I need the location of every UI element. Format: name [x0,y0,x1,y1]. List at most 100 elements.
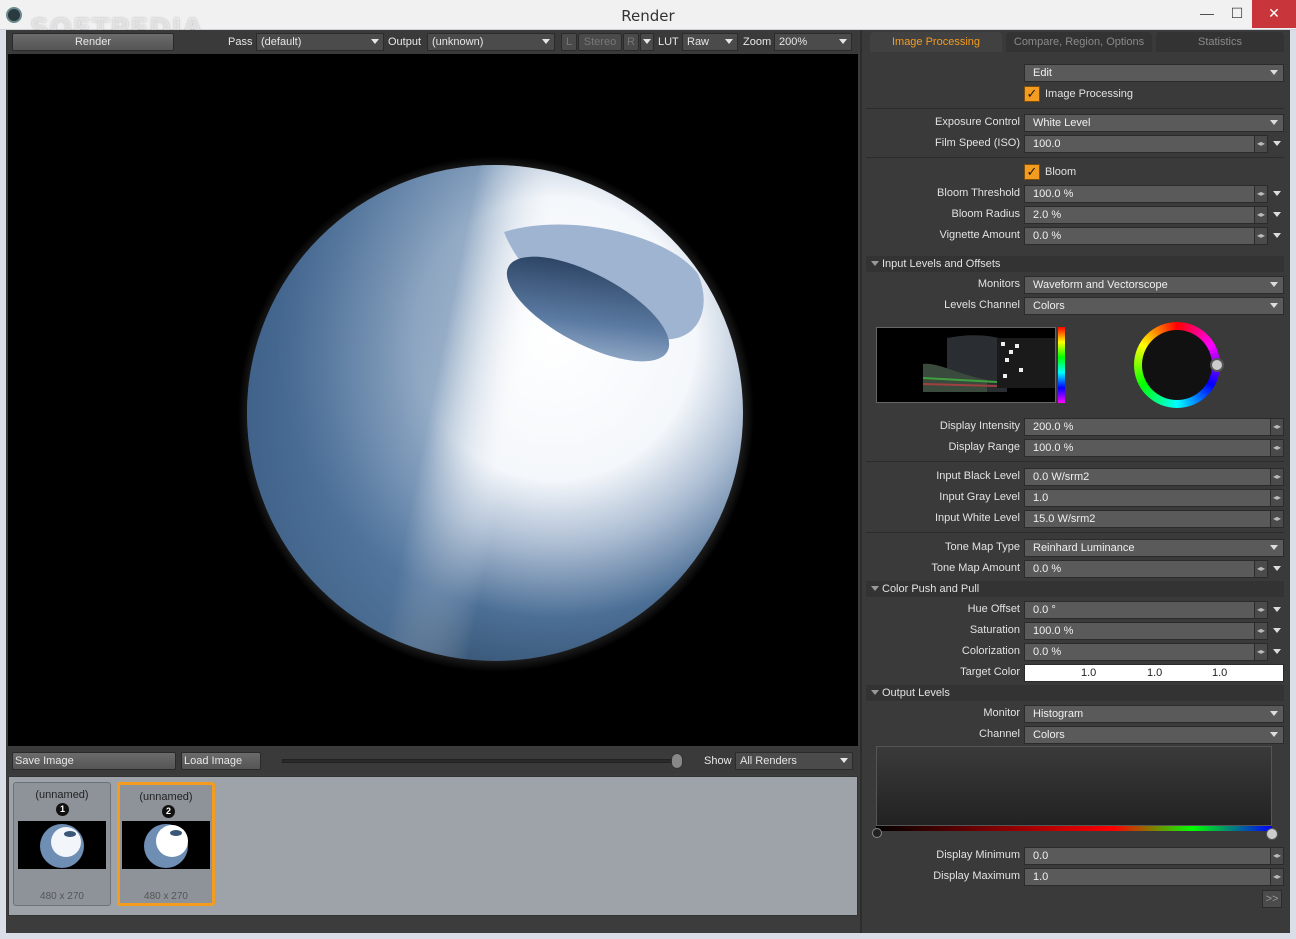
display-maximum-field[interactable]: 1.0 [1024,868,1284,886]
edit-dropdown[interactable]: Edit [1024,64,1284,82]
stereo-button[interactable]: Stereo [578,33,622,51]
chevron-down-icon[interactable] [1270,622,1284,640]
spin-arrows-icon[interactable]: ◂▸ [1254,185,1268,203]
tab-statistics[interactable]: Statistics [1156,32,1284,52]
section-input-levels[interactable]: Input Levels and Offsets [866,256,1284,272]
stereo-dropdown[interactable] [640,33,654,51]
more-options-button[interactable]: >> [1262,890,1282,908]
channel-dropdown[interactable]: Colors [1024,726,1284,744]
vignette-amount-field[interactable]: 0.0 % [1024,227,1268,245]
target-color-swatch[interactable]: 1.0 1.0 1.0 [1024,664,1284,682]
hue-offset-row: Hue Offset 0.0 ° ◂▸ [862,601,1288,621]
spin-arrows-icon[interactable]: ◂▸ [1270,489,1284,507]
spin-arrows-icon[interactable]: ◂▸ [1270,418,1284,436]
zoom-label: Zoom [743,36,772,48]
render-thumbnail-1[interactable]: (unnamed) 1 480 x 270 [13,782,111,906]
bloom-threshold-field[interactable]: 100.0 % [1024,185,1268,203]
display-range-field[interactable]: 100.0 % [1024,439,1284,457]
render-thumbnail-2[interactable]: (unnamed) 2 480 x 270 [117,782,215,906]
divider [866,532,1284,533]
left-eye-button[interactable]: L [561,33,577,51]
chevron-down-icon [839,39,847,44]
bloom-radius-field[interactable]: 2.0 % [1024,206,1268,224]
chevron-down-icon[interactable] [1270,185,1284,203]
render-slider-handle[interactable] [671,753,683,769]
input-white-level-field[interactable]: 15.0 W/srm2 [1024,510,1284,528]
monitors-row: Monitors Waveform and Vectorscope [862,276,1288,296]
input-black-level-field[interactable]: 0.0 W/srm2 [1024,468,1284,486]
output-dropdown[interactable]: (unknown) [427,33,555,51]
monitor-dropdown[interactable]: Histogram [1024,705,1284,723]
load-image-button[interactable]: Load Image [181,752,261,770]
target-color-row: Target Color 1.0 1.0 1.0 [862,664,1288,684]
spin-arrows-icon[interactable]: ◂▸ [1270,510,1284,528]
chevron-down-icon[interactable] [1270,135,1284,153]
tone-map-amount-field[interactable]: 0.0 % [1024,560,1268,578]
film-speed-field[interactable]: 100.0 [1024,135,1268,153]
display-intensity-field[interactable]: 200.0 % [1024,418,1284,436]
render-slider-track[interactable] [282,759,672,763]
render-window: Render Pass (default) Output (unknown) L… [6,30,1290,933]
display-minimum-field[interactable]: 0.0 [1024,847,1284,865]
bloom-label: Bloom [1045,166,1077,178]
tone-map-type-row: Tone Map Type Reinhard Luminance [862,539,1288,559]
chevron-down-icon[interactable] [1270,643,1284,661]
spin-arrows-icon[interactable]: ◂▸ [1254,206,1268,224]
monitors-dropdown[interactable]: Waveform and Vectorscope [1024,276,1284,294]
minimize-button[interactable]: — [1192,0,1222,28]
maximize-button[interactable]: ☐ [1222,0,1252,28]
histogram-max-handle[interactable] [1266,828,1278,840]
target-color-b: 1.0 [1212,667,1228,679]
saturation-field[interactable]: 100.0 % [1024,622,1268,640]
tab-image-processing[interactable]: Image Processing [870,32,1002,52]
spin-arrows-icon[interactable]: ◂▸ [1254,643,1268,661]
image-processing-label: Image Processing [1045,88,1134,100]
render-viewport[interactable] [8,54,858,746]
channel-label: Channel [979,728,1020,740]
chevron-down-icon[interactable] [1270,227,1284,245]
bloom-radius-label: Bloom Radius [951,208,1020,220]
exposure-control-dropdown[interactable]: White Level [1024,114,1284,132]
image-processing-checkbox[interactable]: ✓ [1024,86,1040,102]
spin-arrows-icon[interactable]: ◂▸ [1270,847,1284,865]
levels-channel-row: Levels Channel Colors [862,297,1288,317]
render-button[interactable]: Render [12,33,174,51]
vectorscope-color-wheel[interactable] [1134,322,1224,408]
zoom-dropdown[interactable]: 200% [774,33,852,51]
display-minimum-label: Display Minimum [936,849,1020,861]
spin-arrows-icon[interactable]: ◂▸ [1270,868,1284,886]
colorization-field[interactable]: 0.0 % [1024,643,1268,661]
save-image-button[interactable]: Save Image [12,752,176,770]
show-dropdown[interactable]: All Renders [735,752,853,770]
spin-arrows-icon[interactable]: ◂▸ [1254,227,1268,245]
chevron-down-icon[interactable] [1270,206,1284,224]
input-gray-level-field[interactable]: 1.0 [1024,489,1284,507]
bloom-checkbox[interactable]: ✓ [1024,164,1040,180]
chevron-down-icon [1270,282,1278,287]
spin-arrows-icon[interactable]: ◂▸ [1254,601,1268,619]
section-color-push-pull[interactable]: Color Push and Pull [866,581,1284,597]
spin-arrows-icon[interactable]: ◂▸ [1270,439,1284,457]
levels-channel-dropdown[interactable]: Colors [1024,297,1284,315]
target-color-r: 1.0 [1081,667,1097,679]
chevron-down-icon[interactable] [1270,601,1284,619]
thumbnail-image [122,821,210,869]
section-output-levels[interactable]: Output Levels [866,685,1284,701]
spin-arrows-icon[interactable]: ◂▸ [1254,135,1268,153]
spin-arrows-icon[interactable]: ◂▸ [1254,560,1268,578]
display-minimum-row: Display Minimum 0.0 ◂▸ [862,847,1288,867]
tab-compare-region-options[interactable]: Compare, Region, Options [1006,32,1152,52]
chevron-down-icon[interactable] [1270,560,1284,578]
tone-map-type-dropdown[interactable]: Reinhard Luminance [1024,539,1284,557]
spin-arrows-icon[interactable]: ◂▸ [1254,622,1268,640]
pass-label: Pass [228,36,253,48]
hue-offset-field[interactable]: 0.0 ° [1024,601,1268,619]
spin-arrows-icon[interactable]: ◂▸ [1270,468,1284,486]
monitor-label: Monitor [983,707,1020,719]
lut-dropdown[interactable]: Raw [682,33,738,51]
right-eye-button[interactable]: R [623,33,639,51]
pass-dropdown[interactable]: (default) [256,33,384,51]
vectorscope-handle[interactable] [1210,358,1224,372]
histogram-min-handle[interactable] [872,828,882,838]
close-button[interactable]: ✕ [1252,0,1296,28]
